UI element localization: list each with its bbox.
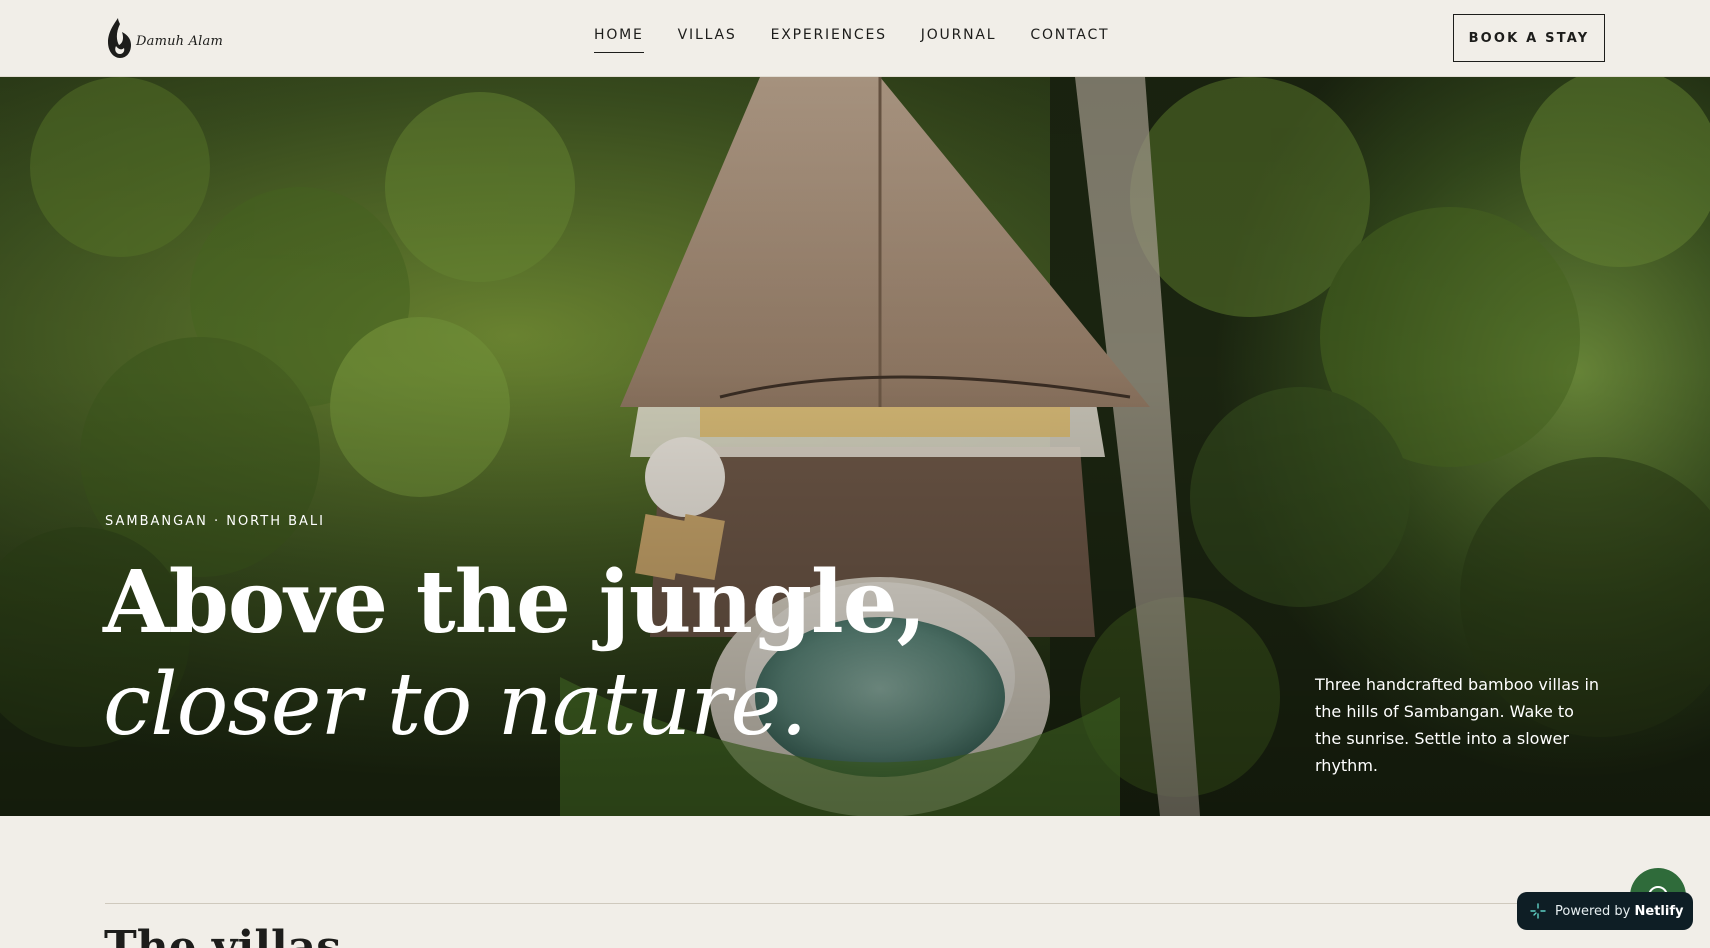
hero-headline-line2: closer to nature. <box>103 655 808 755</box>
section-divider <box>105 903 1605 904</box>
netlify-icon <box>1530 903 1546 919</box>
netlify-badge-text: Powered by Netlify <box>1555 904 1683 919</box>
brand-name: Damuh Alam <box>136 33 224 49</box>
nav-item-villas[interactable]: VILLAS <box>678 27 737 51</box>
nav-item-home[interactable]: HOME <box>594 27 644 53</box>
flame-drop-icon <box>108 18 131 58</box>
nav-item-experiences[interactable]: EXPERIENCES <box>771 27 887 51</box>
villas-section-title: The villas <box>104 922 342 948</box>
hero-description: Three handcrafted bamboo villas in the h… <box>1315 675 1600 775</box>
hero-headline-line1: Above the jungle, <box>103 552 926 653</box>
netlify-badge[interactable]: Powered by Netlify <box>1517 892 1693 930</box>
hero-location: SAMBANGAN · NORTH BALI <box>105 514 326 529</box>
nav-item-contact[interactable]: CONTACT <box>1030 27 1109 51</box>
netlify-badge-prefix: Powered by <box>1555 903 1631 919</box>
netlify-badge-brand: Netlify <box>1634 903 1684 919</box>
nav-item-journal[interactable]: JOURNAL <box>921 27 997 51</box>
hero-section: SAMBANGAN · NORTH BALI Above the jungle,… <box>0 77 1710 816</box>
main-nav: HOME VILLAS EXPERIENCES JOURNAL CONTACT <box>594 27 1109 53</box>
site-header: Damuh Alam HOME VILLAS EXPERIENCES JOURN… <box>0 0 1710 77</box>
brand-logo[interactable]: Damuh Alam <box>104 15 223 61</box>
book-a-stay-button[interactable]: BOOK A STAY <box>1453 14 1605 62</box>
